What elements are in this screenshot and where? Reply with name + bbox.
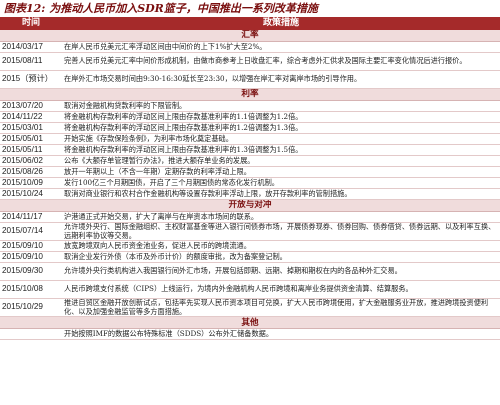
row-date: 2015/10/24 [0,188,62,200]
row-description: 允许境外央行、国际金融组织、主权财富基金等进入银行间债券市场，开展债券现券、债券… [62,222,500,242]
row-date: 2015/08/11 [0,52,62,71]
policy-table: 时间 政策措施 汇率 2014/03/17 在岸人民币兑美元汇率浮动区间由中间价的上… [0,17,500,341]
row-date: 2015/10/09 [0,177,62,189]
table-row: 2015/07/14 允许境外央行、国际金融组织、主权财富基金等进入银行间债券市场… [0,222,500,242]
table-row: 2015/05/01 开始实施《存款保险条例》，为利率市场化奠定基础。 [0,133,500,145]
row-description: 将金融机构存款利率的浮动区间上限由存款基准利率的1.2倍调整为1.3倍。 [62,122,500,134]
table-row: 2015/10/09 发行100亿三个月期国债，开启了三个月期国债的常态化发行机制… [0,177,500,189]
row-date: 2015/03/01 [0,122,62,134]
row-description: 沪港通正式开始交易，扩大了离岸与在岸资本市场间的联系。 [62,211,500,223]
row-date: 2015/10/29 [0,298,62,318]
header-policy: 政策措施 [62,17,500,30]
table-row: 2015/10/24 取消对商业银行和农村合作金融机构等设置存款利率浮动上限，放开… [0,188,500,200]
section-title: 利率 [0,88,500,101]
table-row: 2015/08/11 完善人民币兑美元汇率中间价形成机制，由做市商参考上日收盘汇率… [0,52,500,71]
row-description: 取消对金融机构贷款利率的下限管制。 [62,100,500,112]
table-row: 2015/09/10 取消企业发行外债（本币及外币计价）的额度审批，改为备案登记制… [0,251,500,264]
row-date: 2015/07/14 [0,222,62,242]
section-title: 汇率 [0,30,500,42]
table-row: 2014/11/17 沪港通正式开始交易，扩大了离岸与在岸资本市场间的联系。 [0,211,500,223]
row-description: 将金融机构存款利率的浮动区间上限由存款基准利率的1.1倍调整为1.2倍。 [62,111,500,123]
row-description: 将金融机构存款利率的浮动区间上限由存款基准利率的1.3倍调整为1.5倍。 [62,144,500,156]
section-title: 其他 [0,316,500,330]
row-date: 2015/09/10 [0,240,62,253]
row-description: 推进自贸区金融开放创新试点，包括率先实现人民币资本项目可兑换，扩大人民币跨境使用… [62,298,500,318]
table-row: 2014/03/17 在岸人民币兑美元汇率浮动区间由中间价的上下1%扩大至2%。 [0,41,500,53]
table-row: 2015（预计） 在岸外汇市场交易时间由9:30-16:30延长至23:30，以增… [0,70,500,89]
row-date: 2015/05/11 [0,144,62,156]
section-title: 开放与对冲 [0,199,500,212]
section-row: 其他 [0,316,500,330]
table-row: 2015/09/10 放宽跨境双向人民币资金池业务，促进人民币的跨境流通。 [0,240,500,253]
section-row: 汇率 [0,30,500,42]
row-description: 完善人民币兑美元汇率中间价形成机制，由做市商参考上日收盘汇率，综合考虑外汇供求及… [62,52,500,71]
row-description: 发行100亿三个月期国债，开启了三个月期国债的常态化发行机制。 [62,177,500,189]
row-date: 2013/07/20 [0,100,62,112]
table-row: 2015/10/29 推进自贸区金融开放创新试点，包括率先实现人民币资本项目可兑换… [0,298,500,318]
row-description: 取消企业发行外债（本币及外币计价）的额度审批，改为备案登记制。 [62,251,500,264]
table-row: 2015/08/26 放开一年期以上（不含一年期）定期存款的利率浮动上限。 [0,166,500,178]
table-row: 2015/09/30 允许境外央行类机构进入我国银行间外汇市场，开展包括即期、远期… [0,262,500,282]
table-row: 2015/10/08 人民币跨境支付系统（CIPS）上线运行，为境内外金融机构人民… [0,280,500,300]
table-row: 开始按照IMF的数据公布特殊标准（SDDS）公布外汇储备数据。 [0,328,500,341]
row-date: 2015（预计） [0,70,62,89]
row-description: 开始实施《存款保险条例》，为利率市场化奠定基础。 [62,133,500,145]
row-date: 2014/11/22 [0,111,62,123]
section-row: 开放与对冲 [0,199,500,212]
table-row: 2015/05/11 将金融机构存款利率的浮动区间上限由存款基准利率的1.3倍调整… [0,144,500,156]
row-date: 2015/05/01 [0,133,62,145]
row-date: 2015/08/26 [0,166,62,178]
row-description: 在岸人民币兑美元汇率浮动区间由中间价的上下1%扩大至2%。 [62,41,500,53]
row-date [0,328,62,341]
header-date: 时间 [0,17,62,30]
row-description: 公布《大额存单管理暂行办法》，推进大额存单业务的发展。 [62,155,500,167]
row-description: 开始按照IMF的数据公布特殊标准（SDDS）公布外汇储备数据。 [62,328,500,341]
row-description: 取消对商业银行和农村合作金融机构等设置存款利率浮动上限，放开存款利率的管制措施。 [62,188,500,200]
figure-title: 图表12: 为推动人民币加入SDR篮子，中国推出一系列改革措施 [4,2,318,15]
row-description: 在岸外汇市场交易时间由9:30-16:30延长至23:30，以增强在岸汇率对离岸… [62,70,500,89]
section-row: 利率 [0,88,500,101]
row-date: 2015/06/02 [0,155,62,167]
row-description: 允许境外央行类机构进入我国银行间外汇市场，开展包括即期、远期、掉期和期权在内的各… [62,262,500,282]
table-row: 2015/03/01 将金融机构存款利率的浮动区间上限由存款基准利率的1.2倍调整… [0,122,500,134]
table-row: 2015/06/02 公布《大额存单管理暂行办法》，推进大额存单业务的发展。 [0,155,500,167]
row-date: 2015/10/08 [0,280,62,300]
row-date: 2014/03/17 [0,41,62,53]
row-description: 人民币跨境支付系统（CIPS）上线运行，为境内外金融机构人民币跨境和离岸业务提供… [62,280,500,300]
row-date: 2014/11/17 [0,211,62,223]
table-row: 2014/11/22 将金融机构存款利率的浮动区间上限由存款基准利率的1.1倍调整… [0,111,500,123]
row-description: 放宽跨境双向人民币资金池业务，促进人民币的跨境流通。 [62,240,500,253]
row-description: 放开一年期以上（不含一年期）定期存款的利率浮动上限。 [62,166,500,178]
table-row: 2013/07/20 取消对金融机构贷款利率的下限管制。 [0,100,500,112]
document-page: 图表12: 为推动人民币加入SDR篮子，中国推出一系列改革措施 时间 政策措施 … [0,0,500,405]
row-date: 2015/09/10 [0,251,62,264]
table-header-row: 时间 政策措施 [0,17,500,30]
row-date: 2015/09/30 [0,262,62,282]
